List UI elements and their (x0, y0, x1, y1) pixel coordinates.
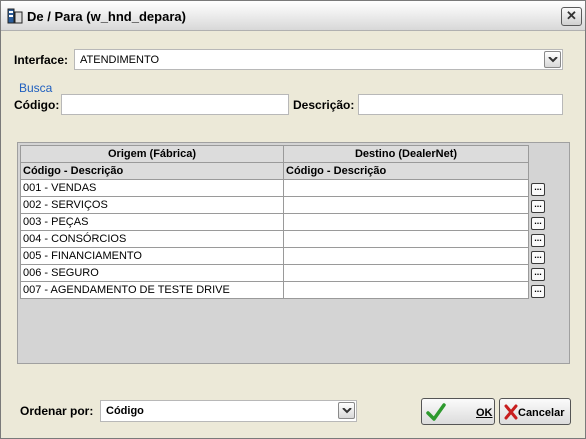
destino-cell[interactable] (283, 196, 529, 214)
dialog-window: De / Para (w_hnd_depara) ✕ Interface: AT… (0, 0, 586, 439)
destino-cell[interactable] (283, 179, 529, 197)
checkmark-icon (426, 403, 446, 421)
row-lookup-button[interactable]: ... (531, 183, 545, 196)
interface-selected-value: ATENDIMENTO (80, 54, 160, 66)
ordenar-label: Ordenar por: (20, 404, 94, 418)
row-lookup-button[interactable]: ... (531, 268, 545, 281)
destino-cell[interactable] (283, 281, 529, 299)
row-lookup-button[interactable]: ... (531, 285, 545, 298)
origem-column-header: Código - Descrição (20, 162, 284, 180)
row-lookup-button[interactable]: ... (531, 251, 545, 264)
cancel-label: Cancelar (518, 407, 565, 419)
table-row[interactable]: 005 - FINANCIAMENTO (20, 247, 529, 265)
table-row[interactable]: 007 - AGENDAMENTO DE TESTE DRIVE (20, 281, 529, 299)
table-row[interactable]: 006 - SEGURO (20, 264, 529, 282)
app-icon (7, 8, 23, 24)
destino-cell[interactable] (283, 213, 529, 231)
close-icon: ✕ (566, 8, 577, 23)
origem-cell: 002 - SERVIÇOS (20, 196, 284, 214)
table-row[interactable]: 003 - PEÇAS (20, 213, 529, 231)
table-row[interactable]: 004 - CONSÓRCIOS (20, 230, 529, 248)
depara-table: Origem (Fábrica) Destino (DealerNet) Cód… (20, 145, 529, 299)
row-lookup-button[interactable]: ... (531, 217, 545, 230)
ok-label: OK (476, 407, 493, 419)
destino-cell[interactable] (283, 264, 529, 282)
codigo-label: Código: (14, 98, 60, 112)
origem-group-header: Origem (Fábrica) (20, 145, 284, 163)
origem-cell: 006 - SEGURO (20, 264, 284, 282)
window-title: De / Para (w_hnd_depara) (27, 9, 186, 24)
descricao-label: Descrição: (293, 98, 355, 112)
origem-cell: 001 - VENDAS (20, 179, 284, 197)
row-lookup-button[interactable]: ... (531, 200, 545, 213)
table-row[interactable]: 001 - VENDAS (20, 179, 529, 197)
destino-cell[interactable] (283, 247, 529, 265)
table-row[interactable]: 002 - SERVIÇOS (20, 196, 529, 214)
destino-column-header: Código - Descrição (283, 162, 529, 180)
destino-group-header: Destino (DealerNet) (283, 145, 529, 163)
close-button[interactable]: ✕ (561, 7, 582, 26)
origem-cell: 003 - PEÇAS (20, 213, 284, 231)
row-lookup-button[interactable]: ... (531, 234, 545, 247)
chevron-down-icon[interactable] (544, 51, 561, 68)
chevron-down-icon[interactable] (338, 402, 355, 419)
ok-button[interactable]: OK (421, 398, 495, 425)
origem-cell: 007 - AGENDAMENTO DE TESTE DRIVE (20, 281, 284, 299)
depara-grid: Origem (Fábrica) Destino (DealerNet) Cód… (17, 142, 570, 364)
codigo-input[interactable] (61, 94, 289, 115)
interface-select[interactable]: ATENDIMENTO (74, 49, 563, 70)
destino-cell[interactable] (283, 230, 529, 248)
ordenar-select[interactable]: Código (100, 400, 357, 422)
busca-heading: Busca (19, 81, 53, 95)
origem-cell: 004 - CONSÓRCIOS (20, 230, 284, 248)
origem-cell: 005 - FINANCIAMENTO (20, 247, 284, 265)
title-bar[interactable]: De / Para (w_hnd_depara) ✕ (1, 1, 585, 31)
descricao-input[interactable] (358, 94, 563, 115)
cancel-button[interactable]: Cancelar (499, 398, 571, 425)
ordenar-selected-value: Código (106, 405, 144, 417)
interface-label: Interface: (14, 53, 69, 67)
cancel-x-icon (504, 404, 518, 420)
